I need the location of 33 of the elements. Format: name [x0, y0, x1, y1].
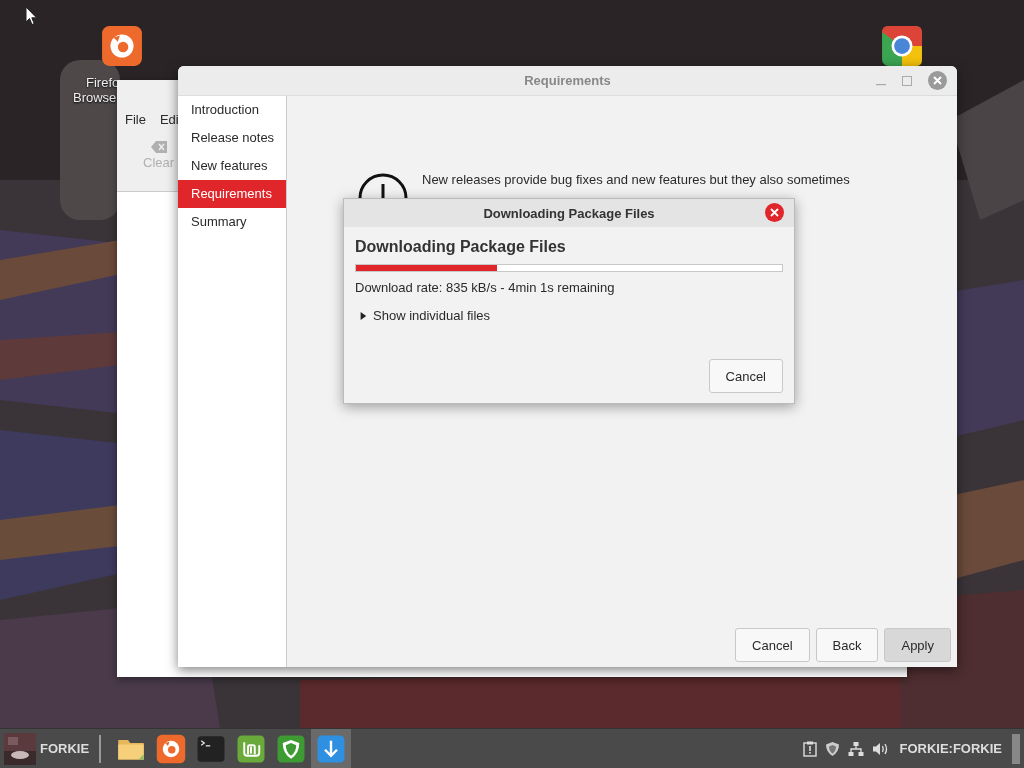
menu-item[interactable]: Edi: [159, 112, 179, 127]
volume-icon[interactable]: [872, 740, 890, 757]
dialog-button[interactable]: Back: [815, 628, 879, 662]
close-icon[interactable]: [765, 203, 784, 222]
dialog-title: Downloading Package Files: [483, 205, 655, 221]
message-text: New releases provide bug fixes and new features but they also sometimes: [422, 172, 850, 189]
icon-label: Browse: [72, 90, 117, 105]
close-icon[interactable]: [928, 71, 947, 90]
shield-icon[interactable]: [825, 740, 841, 757]
fox-icon[interactable]: [101, 25, 143, 67]
sidebar-item[interactable]: New features: [178, 152, 286, 180]
expander[interactable]: Show individual files: [355, 308, 783, 323]
dialog-heading: Downloading Package Files: [355, 238, 567, 256]
clear-icon: [150, 141, 167, 153]
user-label[interactable]: FORKIE: [40, 741, 90, 756]
panel-handle[interactable]: [1012, 733, 1020, 764]
clipboard-icon[interactable]: [803, 740, 818, 757]
window-title: Requirements: [524, 73, 611, 88]
sidebar-item[interactable]: Summary: [178, 208, 286, 236]
cursor-icon: [25, 6, 38, 26]
triangle-icon: [359, 310, 367, 321]
sidebar-item[interactable]: Release notes: [178, 124, 286, 152]
dialog-button[interactable]: Cancel: [735, 628, 810, 662]
network-icon[interactable]: [848, 740, 865, 757]
browser-icon[interactable]: [881, 25, 923, 67]
status-text: Download rate: 835 kB/s - 4min 1s remaining: [355, 280, 616, 295]
menu-item[interactable]: File: [125, 112, 146, 127]
session-label: FORKIE:FORKIE: [899, 741, 1002, 756]
sidebar-item[interactable]: Introduction: [178, 96, 286, 124]
sidebar-item[interactable]: Requirements: [178, 180, 286, 208]
dialog-button[interactable]: Apply: [884, 628, 951, 662]
info-icon: [357, 172, 409, 198]
cancel-button[interactable]: Cancel: [708, 359, 783, 393]
